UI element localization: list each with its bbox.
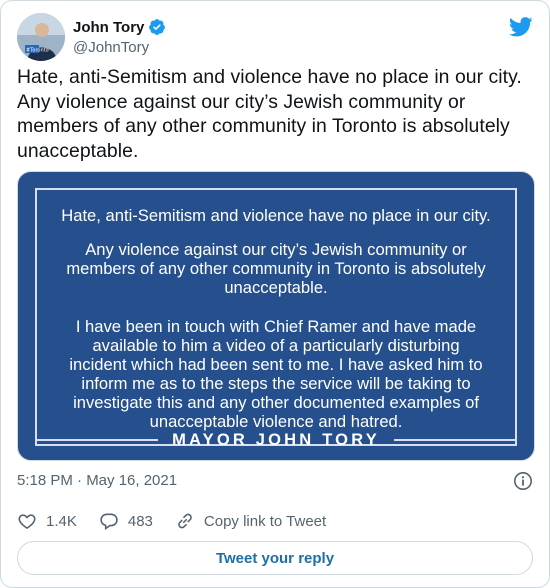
reply-icon bbox=[100, 513, 118, 530]
author-names: John Tory @JohnTory bbox=[73, 17, 166, 56]
image-text-line: investigate this and any other documente… bbox=[73, 393, 479, 412]
link-icon bbox=[178, 513, 192, 529]
reply-count: 483 bbox=[127, 512, 153, 530]
twitter-bird-icon[interactable] bbox=[509, 17, 533, 37]
image-text-line: incident which had been sent to me. I ha… bbox=[69, 355, 483, 374]
like-count: 1.4K bbox=[46, 512, 77, 530]
image-text-line: Any violence against our city’s Jewish c… bbox=[85, 240, 467, 259]
timestamp[interactable]: 5:18 PM · May 16, 2021 bbox=[17, 472, 177, 489]
image-signature: MAYOR JOHN TORY bbox=[18, 427, 534, 453]
signature-rule bbox=[393, 439, 517, 441]
tweet-image[interactable]: Hate, anti-Semitism and violence have no… bbox=[17, 171, 535, 461]
copy-link-button[interactable]: Copy link to Tweet bbox=[175, 511, 326, 531]
verified-badge-icon bbox=[148, 18, 166, 36]
image-text-line: I have been in touch with Chief Ramer an… bbox=[75, 317, 477, 336]
copy-link-label: Copy link to Tweet bbox=[203, 512, 327, 530]
reply-button[interactable]: 483 bbox=[99, 511, 153, 531]
image-text-line: inform me as to the steps the service wi… bbox=[81, 374, 471, 393]
tweet-text: Hate, anti-Semitism and violence have no… bbox=[17, 65, 535, 163]
like-button[interactable]: 1.4K bbox=[17, 511, 77, 531]
tweet-text-line: Any violence against our city’s Jewish c… bbox=[17, 90, 466, 113]
svg-text:#Toronto: #Toronto bbox=[26, 48, 49, 54]
signature-text: MAYOR JOHN TORY bbox=[172, 430, 380, 449]
tweet-text-line: unacceptable. bbox=[17, 139, 139, 162]
tweet-text-line: members of any other community in Toront… bbox=[17, 115, 510, 137]
tweet-card: #Toronto John Tory @JohnTory Hate, anti- bbox=[0, 0, 550, 588]
author-display-name[interactable]: John Tory bbox=[73, 19, 144, 36]
tweet-text-line: Hate, anti-Semitism and violence have no… bbox=[17, 66, 522, 88]
image-text-line: available to him a video of a particular… bbox=[92, 336, 460, 355]
tweet-header: #Toronto John Tory @JohnTory bbox=[17, 13, 533, 63]
tweet-meta: 5:18 PM · May 16, 2021 bbox=[17, 471, 533, 491]
signature-rule bbox=[35, 439, 159, 441]
image-text-line: members of any other community in Toront… bbox=[66, 259, 486, 278]
avatar[interactable]: #Toronto bbox=[17, 13, 65, 61]
image-text-line: Hate, anti-Semitism and violence have no… bbox=[61, 206, 491, 225]
author-handle[interactable]: @JohnTory bbox=[73, 39, 166, 56]
heart-icon bbox=[18, 514, 36, 530]
tweet-your-reply-button[interactable]: Tweet your reply bbox=[17, 541, 533, 575]
info-icon[interactable] bbox=[513, 471, 533, 491]
image-text-line: unacceptable. bbox=[224, 278, 328, 297]
tweet-actions: 1.4K 483 Copy link to Tweet bbox=[17, 509, 533, 533]
